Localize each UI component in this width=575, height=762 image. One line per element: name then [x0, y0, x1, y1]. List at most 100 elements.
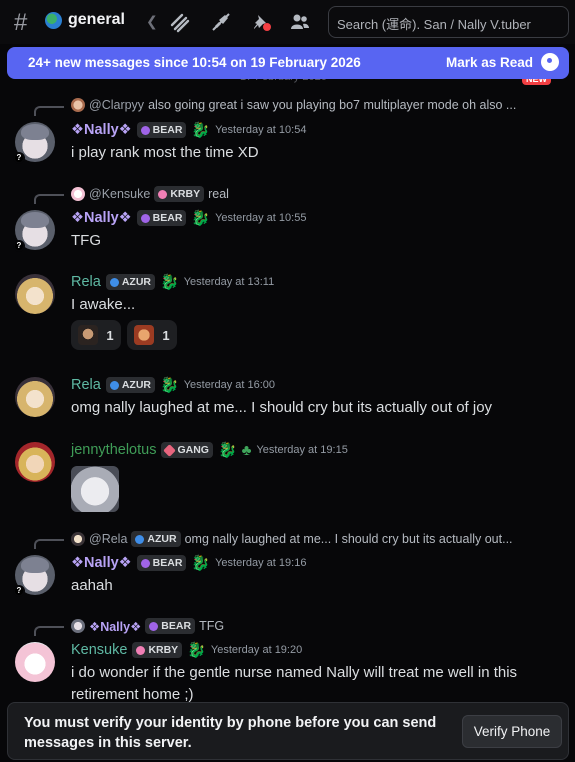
clan-tag[interactable]: GANG — [161, 442, 213, 458]
reaction-button[interactable]: 1 — [127, 320, 177, 350]
bear-icon — [140, 213, 150, 223]
chevron-icon[interactable]: ❮ — [146, 13, 158, 30]
message-header: jennythelotus GANG 🐉 ♣ Yesterday at 19:1… — [71, 442, 348, 458]
message-header: ❖Nally❖ BEAR 🐉 Yesterday at 19:16 — [71, 555, 306, 571]
threads-icon[interactable] — [167, 10, 191, 34]
emoji-icon — [78, 325, 99, 345]
reply-author[interactable]: @Rela — [89, 532, 127, 546]
bear-icon — [149, 621, 159, 631]
clan-tag[interactable]: AZUR — [105, 377, 155, 393]
droplet-icon — [109, 277, 119, 287]
reply-text: real — [208, 187, 229, 201]
username[interactable]: ❖Nally❖ — [71, 210, 132, 226]
reply-avatar — [71, 98, 85, 112]
verify-phone-button[interactable]: Verify Phone — [462, 715, 562, 748]
emoji-icon — [134, 325, 155, 345]
reaction-button[interactable]: 1 — [71, 320, 121, 350]
username[interactable]: jennythelotus — [71, 442, 156, 458]
clan-tag-label: KRBY — [148, 644, 179, 656]
clan-tag-label: BEAR — [152, 124, 183, 136]
timestamp: Yesterday at 16:00 — [183, 379, 276, 391]
dragon-icon: 🐉 — [217, 441, 237, 459]
username[interactable]: Kensuke — [71, 642, 127, 658]
username[interactable]: Rela — [71, 377, 101, 393]
krby-icon — [158, 189, 168, 199]
clan-tag-label: BEAR — [152, 212, 183, 224]
timestamp: Yesterday at 13:11 — [183, 276, 275, 288]
reply-preview[interactable]: @Kensuke KRBY real — [71, 186, 229, 202]
clan-tag[interactable]: KRBY — [132, 642, 183, 658]
clan-tag[interactable]: BEAR — [136, 555, 187, 571]
message-content: I awake... — [71, 296, 136, 313]
reply-connector — [34, 539, 64, 549]
status-badge: ? — [13, 152, 25, 164]
message-header: Rela AZUR 🐉 Yesterday at 16:00 — [71, 377, 275, 393]
clan-tag-label: AZUR — [121, 379, 151, 391]
timestamp: Yesterday at 19:15 — [256, 444, 348, 456]
username[interactable]: Rela — [71, 274, 101, 290]
verify-text: You must verify your identity by phone b… — [24, 715, 437, 751]
reply-author[interactable]: @Clarpyy — [89, 98, 144, 112]
clan-tag[interactable]: BEAR — [145, 618, 196, 634]
clan-tag-label: AZUR — [147, 533, 177, 545]
reaction-count: 1 — [162, 327, 170, 343]
pin-icon[interactable] — [249, 10, 273, 34]
avatar[interactable] — [15, 377, 55, 417]
message-header: ❖Nally❖ BEAR 🐉 Yesterday at 10:55 — [71, 210, 306, 226]
mark-as-read-button[interactable]: Mark as Read — [446, 53, 559, 71]
channel-name[interactable]: general — [68, 11, 125, 29]
reply-preview[interactable]: ❖Nally❖ BEAR TFG — [71, 618, 224, 634]
reactions: 1 1 — [71, 320, 177, 350]
droplet-icon — [109, 380, 119, 390]
dragon-icon: 🐉 — [191, 121, 211, 139]
status-badge: ? — [13, 240, 25, 252]
timestamp: Yesterday at 10:54 — [215, 124, 307, 136]
reply-author[interactable]: ❖Nally❖ — [89, 619, 141, 634]
channel-header: # general ❮ Search (運命). San / Nally V.t… — [0, 0, 575, 44]
avatar[interactable] — [15, 274, 55, 314]
clan-tag[interactable]: KRBY — [154, 186, 205, 202]
clan-tag[interactable]: AZUR — [131, 531, 181, 547]
reply-avatar — [71, 532, 85, 546]
reply-author[interactable]: @Kensuke — [89, 187, 150, 201]
message-content: i play rank most the time XD — [71, 144, 259, 161]
hash-icon: # — [14, 9, 28, 36]
mute-icon[interactable] — [209, 10, 233, 34]
timestamp: Yesterday at 10:55 — [215, 212, 307, 224]
username[interactable]: ❖Nally❖ — [71, 555, 132, 571]
clan-tag[interactable]: BEAR — [136, 210, 187, 226]
message-header: Rela AZUR 🐉 Yesterday at 13:11 — [71, 274, 274, 290]
clan-tag-label: BEAR — [161, 620, 192, 632]
mark-as-read-label: Mark as Read — [445, 54, 533, 70]
clan-tag-label: GANG — [177, 444, 209, 456]
new-messages-banner[interactable]: 24+ new messages since 10:54 on 19 Febru… — [7, 47, 569, 79]
reaction-count: 1 — [106, 327, 114, 343]
username[interactable]: ❖Nally❖ — [71, 122, 132, 138]
message-header: Kensuke KRBY 🐉 Yesterday at 19:20 — [71, 642, 302, 658]
dragon-icon: 🐉 — [191, 554, 211, 572]
message-header: ❖Nally❖ BEAR 🐉 Yesterday at 10:54 — [71, 122, 306, 138]
search-input[interactable]: Search (運命). San / Nally V.tuber — [328, 6, 569, 38]
clan-tag[interactable]: BEAR — [136, 122, 187, 138]
dragon-icon: 🐉 — [187, 641, 206, 659]
reply-preview[interactable]: @Rela AZUR omg nally laughed at me... I … — [71, 531, 513, 547]
reply-avatar — [71, 187, 85, 201]
verify-notice: You must verify your identity by phone b… — [7, 702, 569, 760]
reply-text: omg nally laughed at me... I should cry … — [184, 532, 513, 546]
droplet-icon — [135, 534, 145, 544]
members-icon[interactable] — [288, 10, 312, 34]
avatar[interactable] — [15, 442, 55, 482]
mark-read-icon — [541, 53, 559, 71]
timestamp: Yesterday at 19:16 — [215, 557, 307, 569]
clan-tag-label: KRBY — [170, 188, 201, 200]
reply-avatar — [71, 619, 85, 633]
globe-icon — [45, 12, 62, 29]
avatar[interactable] — [15, 642, 55, 682]
reply-preview[interactable]: @Clarpyy also going great i saw you play… — [71, 98, 516, 112]
reply-text: also going great i saw you playing bo7 m… — [148, 98, 517, 112]
message-content: aahah — [71, 577, 113, 594]
sticker-image[interactable] — [71, 466, 119, 512]
reply-connector — [34, 106, 64, 116]
clover-icon: ♣ — [241, 441, 252, 459]
clan-tag[interactable]: AZUR — [105, 274, 155, 290]
